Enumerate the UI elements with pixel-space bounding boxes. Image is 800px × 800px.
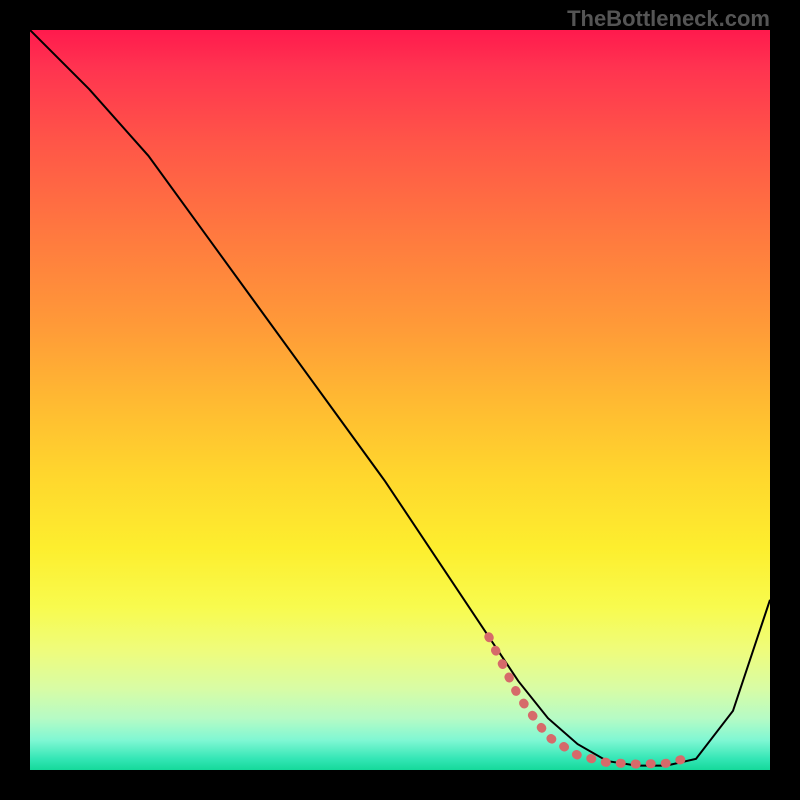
plot-area [30,30,770,770]
watermark-text: TheBottleneck.com [567,6,770,32]
chart-svg [30,30,770,770]
bottleneck-curve [30,30,770,766]
optimal-zone-dotted [489,637,681,764]
